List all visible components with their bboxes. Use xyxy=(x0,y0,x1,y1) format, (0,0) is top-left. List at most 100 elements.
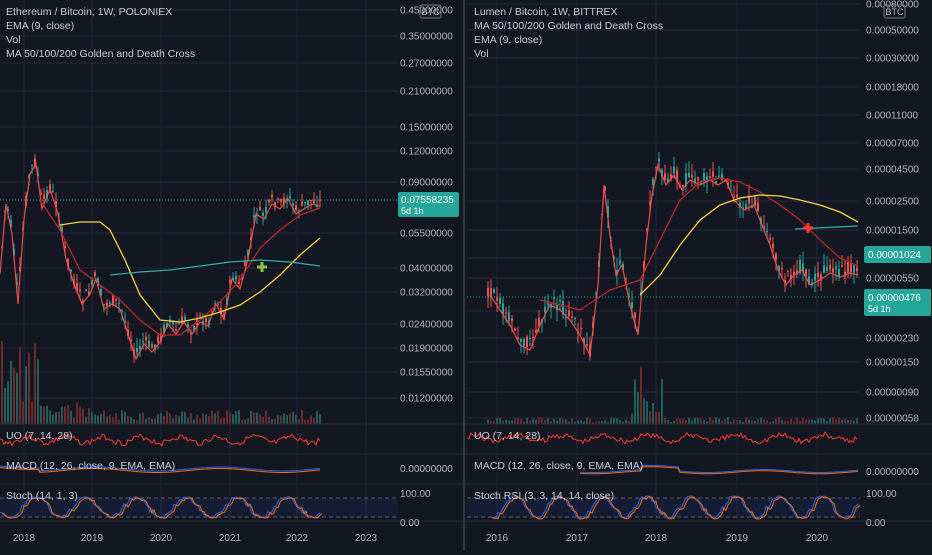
price-tag-close-countdown: 5d 1h xyxy=(868,304,891,314)
volume-bar xyxy=(49,410,51,424)
xlm-stoch-legend[interactable]: Stoch RSI (3, 3, 14, 14, close) xyxy=(474,489,614,503)
volume-bar xyxy=(88,407,90,424)
volume-bar xyxy=(181,411,183,424)
volume-bar xyxy=(691,420,693,424)
xlm-vol-legend[interactable]: Vol xyxy=(474,47,663,61)
xlm-ma-cross-legend[interactable]: MA 50/100/200 Golden and Death Cross xyxy=(474,19,663,33)
volume-bar xyxy=(313,417,315,424)
volume-bar xyxy=(682,418,684,424)
volume-bar xyxy=(688,417,690,424)
volume-bar xyxy=(544,420,546,424)
volume-bar xyxy=(151,418,153,424)
eth-stoch-legend[interactable]: Stoch (14, 1, 3) xyxy=(6,489,78,503)
volume-bar xyxy=(130,416,132,424)
price-scale-label: 0.00050000 xyxy=(866,26,919,37)
candle-body xyxy=(151,344,153,349)
volume-bar xyxy=(640,366,642,424)
candle-body xyxy=(205,318,207,323)
candle-body xyxy=(496,297,498,301)
candle-body xyxy=(94,272,96,276)
volume-bar xyxy=(7,381,9,424)
eth-symbol-title[interactable]: Ethereum / Bitcoin, 1W, POLONIEX xyxy=(6,5,195,19)
volume-bar xyxy=(184,411,186,424)
volume-bar xyxy=(31,401,33,424)
volume-bar xyxy=(211,410,213,424)
eth-uo-legend[interactable]: UO (7, 14, 28) xyxy=(6,429,73,443)
volume-bar xyxy=(241,419,243,424)
price-scale-label: 0.01550000 xyxy=(400,368,453,379)
eth-ema-legend[interactable]: EMA (9, close) xyxy=(6,19,195,33)
volume-bar xyxy=(235,410,237,424)
candle-body xyxy=(826,267,828,271)
volume-bar xyxy=(514,418,516,424)
candle-body xyxy=(31,164,33,166)
volume-bar xyxy=(100,414,102,424)
candle-body xyxy=(295,205,297,210)
volume-bar xyxy=(751,420,753,424)
eth-macd-legend[interactable]: MACD (12, 26, close, 9, EMA, EMA) xyxy=(6,459,175,473)
volume-bar xyxy=(316,411,318,424)
volume-bar xyxy=(238,410,240,424)
volume-bar xyxy=(178,416,180,424)
candle-body xyxy=(655,166,657,168)
volume-bar xyxy=(847,419,849,424)
xlm-ema-legend[interactable]: EMA (9, close) xyxy=(474,33,663,47)
volume-bar xyxy=(580,420,582,424)
xlm-macd-legend[interactable]: MACD (12, 26, close, 9, EMA, EMA) xyxy=(474,459,643,473)
candle-body xyxy=(91,279,93,285)
volume-bar xyxy=(91,411,93,424)
volume-bar xyxy=(538,417,540,424)
volume-bar xyxy=(283,413,285,424)
volume-bar xyxy=(142,412,144,424)
volume-bar xyxy=(502,420,504,424)
volume-bar xyxy=(745,417,747,424)
candle-body xyxy=(532,336,534,338)
volume-bar xyxy=(292,411,294,424)
candle-body xyxy=(736,194,738,198)
volume-bar xyxy=(70,410,72,424)
volume-bar xyxy=(19,347,21,424)
candle-body xyxy=(781,268,783,270)
candle-body xyxy=(703,173,705,182)
volume-bar xyxy=(553,418,555,424)
volume-bar xyxy=(253,412,255,424)
candle-body xyxy=(631,302,633,309)
volume-bar xyxy=(499,417,501,424)
candle-body xyxy=(277,198,279,200)
volume-bar xyxy=(52,414,54,424)
volume-bar xyxy=(646,401,648,424)
volume-bar xyxy=(271,418,273,424)
volume-bar xyxy=(778,417,780,424)
candle-body xyxy=(106,302,108,306)
volume-bar xyxy=(724,418,726,424)
price-scale-label: 0.00000090 xyxy=(866,388,919,399)
candle-body xyxy=(310,199,312,202)
candle-body xyxy=(43,194,45,199)
volume-bar xyxy=(661,379,663,424)
volume-bar xyxy=(850,419,852,424)
volume-bar xyxy=(736,420,738,424)
price-scale-label: 0.00011000 xyxy=(866,111,919,122)
volume-bar xyxy=(172,418,174,424)
volume-bar xyxy=(520,419,522,424)
volume-bar xyxy=(565,419,567,424)
volume-bar xyxy=(715,417,717,424)
volume-bar xyxy=(589,418,591,424)
volume-bar xyxy=(487,419,489,424)
volume-bar xyxy=(586,417,588,424)
volume-bar xyxy=(301,410,303,424)
volume-bar xyxy=(55,411,57,424)
volume-bar xyxy=(637,392,639,424)
volume-bar xyxy=(856,418,858,424)
time-axis-label: 2020 xyxy=(150,533,173,544)
xlm-uo-legend[interactable]: UO (7, 14, 28) xyxy=(474,429,541,443)
volume-bar xyxy=(295,414,297,424)
xlm-symbol-title[interactable]: Lumen / Bitcoin, 1W, BITTREX xyxy=(474,5,663,19)
eth-vol-legend[interactable]: Vol xyxy=(6,33,195,47)
volume-bar xyxy=(838,417,840,424)
eth-ma-cross-legend[interactable]: MA 50/100/200 Golden and Death Cross xyxy=(6,47,195,61)
candle-body xyxy=(568,310,570,317)
candle-body xyxy=(835,266,837,270)
candle-body xyxy=(304,201,306,204)
candle-body xyxy=(520,339,522,342)
